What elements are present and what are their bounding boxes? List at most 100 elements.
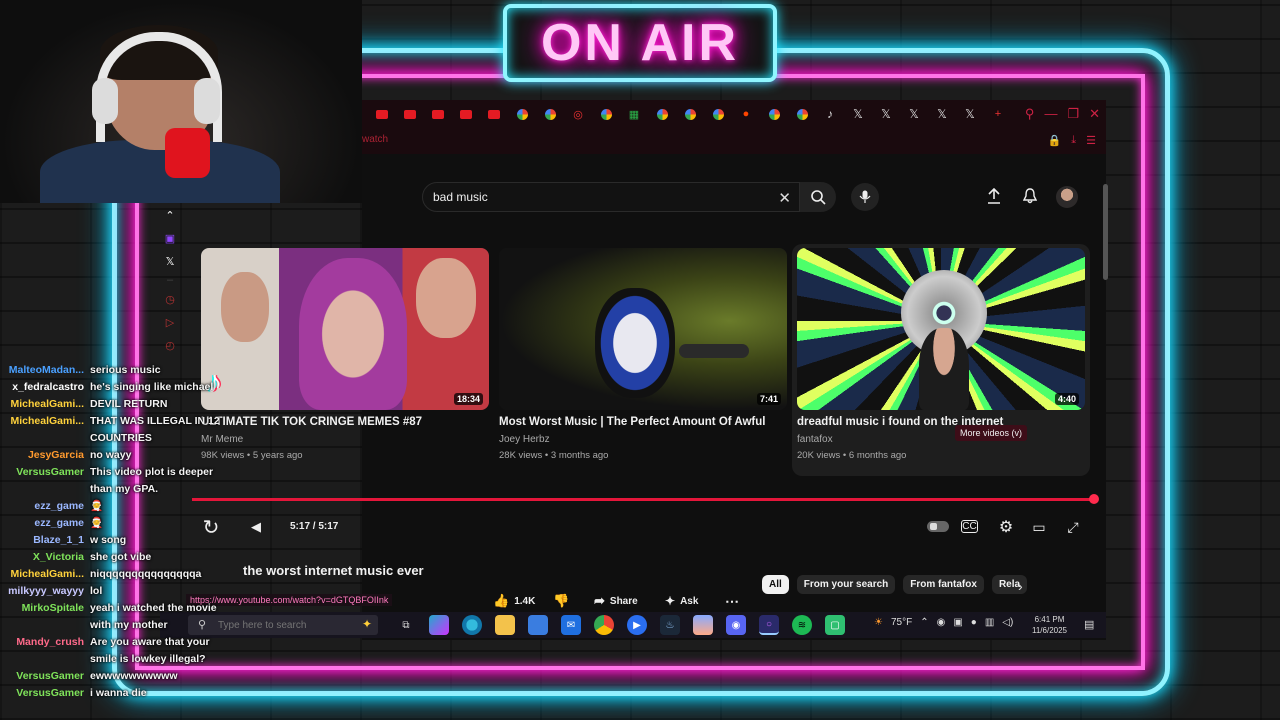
tab-target-icon[interactable]: ◎	[564, 100, 592, 128]
chip-from-your-search[interactable]: From your search	[796, 575, 896, 594]
video-thumbnail[interactable]: ♪ 18:34	[201, 248, 489, 410]
copilot-icon[interactable]	[429, 615, 449, 635]
video-card[interactable]: 7:41 Most Worst Music | The Perfect Amou…	[499, 248, 787, 461]
video-thumbnail[interactable]: 4:40	[797, 248, 1085, 410]
search-box[interactable]: ✕	[422, 182, 800, 212]
more-actions-icon[interactable]: ⋯	[725, 591, 739, 611]
video-title[interactable]: ULTIMATE TIK TOK CRINGE MEMES #87	[201, 416, 489, 428]
video-title[interactable]: dreadful music i found on the internet	[797, 416, 1085, 428]
weather-temp[interactable]: 75°F	[891, 617, 912, 628]
chip-all[interactable]: All	[762, 575, 789, 594]
account-avatar[interactable]	[1056, 186, 1078, 208]
tab-sheets-icon[interactable]: ▦	[620, 100, 648, 128]
tab-google-icon[interactable]	[760, 100, 788, 128]
upload-icon[interactable]	[984, 186, 1004, 206]
edge-icon[interactable]	[462, 615, 482, 635]
menu-icon[interactable]: ☰	[1086, 134, 1096, 147]
tab-x-icon[interactable]: 𝕏	[844, 100, 872, 128]
task-view-icon[interactable]: ⧉	[396, 615, 416, 635]
tab-youtube-icon[interactable]	[452, 100, 480, 128]
network-icon[interactable]: ▥	[985, 617, 994, 628]
chevron-right-icon[interactable]: ›	[1018, 578, 1023, 594]
close-window-icon[interactable]: ✕	[1089, 106, 1100, 122]
video-card[interactable]: 4:40 dreadful music i found on the inter…	[797, 248, 1085, 461]
tab-tiktok-icon[interactable]: ♪	[816, 100, 844, 128]
app-icon[interactable]	[693, 615, 713, 635]
share-button[interactable]: ➦ Share	[594, 591, 638, 611]
voice-search-button[interactable]	[851, 183, 879, 211]
ask-button[interactable]: ✦ Ask	[665, 591, 698, 611]
page-scrollbar[interactable]	[1103, 184, 1108, 280]
minimize-icon[interactable]: —	[1044, 106, 1057, 122]
new-tab-plus-icon[interactable]: +	[984, 100, 1012, 128]
search-button[interactable]	[800, 182, 836, 212]
tab-google-icon[interactable]	[592, 100, 620, 128]
progress-bar[interactable]	[192, 498, 1094, 501]
tab-google-icon[interactable]	[676, 100, 704, 128]
like-button[interactable]: 👍 1.4K	[493, 591, 535, 611]
video-thumbnail[interactable]: 7:41	[499, 248, 787, 410]
tab-google-icon[interactable]	[648, 100, 676, 128]
taskbar-search-input[interactable]	[218, 619, 358, 631]
x-icon[interactable]: 𝕏	[163, 254, 177, 268]
settings-gear-icon[interactable]: ⚙	[995, 516, 1017, 538]
send-icon[interactable]: ▷	[163, 315, 177, 329]
obs-icon[interactable]: ○	[759, 615, 779, 635]
tab-google-icon[interactable]	[536, 100, 564, 128]
video-card[interactable]: ♪ 18:34 ULTIMATE TIK TOK CRINGE MEMES #8…	[201, 248, 489, 461]
tab-youtube-icon[interactable]	[480, 100, 508, 128]
taskbar-clock[interactable]: 6:41 PM 11/6/2025	[1032, 614, 1067, 636]
tab-x-icon[interactable]: 𝕏	[900, 100, 928, 128]
progress-scrubber[interactable]	[1089, 494, 1099, 504]
tab-x-icon[interactable]: 𝕏	[956, 100, 984, 128]
tab-google-icon[interactable]	[788, 100, 816, 128]
search-input[interactable]	[433, 190, 763, 204]
channel-name[interactable]: fantafox	[797, 434, 1085, 445]
sidebar-app-icon[interactable]: ⌃	[163, 208, 177, 222]
search-tabs-icon[interactable]: ⚲	[1025, 106, 1035, 122]
miniplayer-icon[interactable]: ▭	[1028, 516, 1050, 538]
maximize-icon[interactable]: ❐	[1067, 106, 1079, 122]
tab-x-icon[interactable]: 𝕏	[872, 100, 900, 128]
tab-x-icon[interactable]: 𝕏	[928, 100, 956, 128]
calendar-icon[interactable]	[528, 615, 548, 635]
volume-icon[interactable]: ◀	[245, 516, 267, 538]
dislike-button[interactable]: 👎	[553, 591, 569, 611]
video-title[interactable]: Most Worst Music | The Perfect Amount Of…	[499, 416, 787, 428]
autoplay-toggle[interactable]	[927, 521, 949, 532]
clear-search-icon[interactable]: ✕	[778, 189, 791, 207]
steam-icon[interactable]: ♨	[660, 615, 680, 635]
tray-app-icon[interactable]: ▣	[953, 617, 962, 628]
clock-icon[interactable]: ◴	[163, 338, 177, 352]
tab-google-icon[interactable]	[508, 100, 536, 128]
spotify-icon[interactable]: ≋	[792, 615, 812, 635]
volume-icon[interactable]: ◁)	[1002, 617, 1013, 628]
chevron-up-icon[interactable]: ⌃	[920, 617, 928, 628]
address-bar[interactable]: watch 🔒 ⤓ ☰	[362, 128, 1106, 154]
download-icon[interactable]: ⤓	[1071, 134, 1076, 147]
tray-record-icon[interactable]: ◉	[937, 617, 946, 628]
subtitles-icon[interactable]: CC	[961, 520, 978, 533]
chip-from-channel[interactable]: From fantafox	[903, 575, 984, 594]
chat-app-icon[interactable]: ▢	[825, 615, 845, 635]
lock-icon[interactable]: 🔒	[1048, 134, 1062, 147]
file-explorer-icon[interactable]	[495, 615, 515, 635]
tab-youtube-icon[interactable]	[424, 100, 452, 128]
channel-name[interactable]: Joey Herbz	[499, 434, 787, 445]
address-text[interactable]: watch	[362, 134, 388, 145]
tray-mic-icon[interactable]: ●	[971, 617, 977, 628]
notification-center-icon[interactable]: ▤	[1084, 618, 1094, 631]
tab-google-icon[interactable]	[704, 100, 732, 128]
history-icon[interactable]: ◷	[163, 292, 177, 306]
tab-youtube-icon[interactable]	[396, 100, 424, 128]
chrome-icon[interactable]	[594, 615, 614, 635]
tab-youtube-icon[interactable]	[368, 100, 396, 128]
channel-name[interactable]: Mr Meme	[201, 434, 489, 445]
notifications-bell-icon[interactable]	[1020, 186, 1040, 206]
fullscreen-icon[interactable]: ⤢	[1062, 516, 1084, 538]
tab-reddit-icon[interactable]: ●	[732, 100, 760, 128]
mail-icon[interactable]: ✉	[561, 615, 581, 635]
streaming-app-icon[interactable]: ▶	[627, 615, 647, 635]
discord-icon[interactable]: ◉	[726, 615, 746, 635]
twitch-icon[interactable]: ▣	[163, 231, 177, 245]
